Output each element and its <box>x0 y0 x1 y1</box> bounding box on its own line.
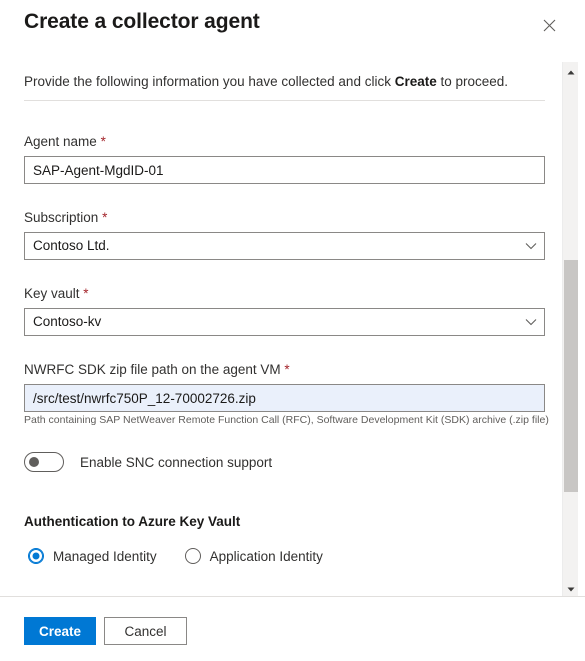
radio-circle-icon <box>28 548 44 564</box>
agent-name-label-text: Agent name <box>24 134 97 149</box>
triangle-down-icon <box>567 579 575 597</box>
subscription-label-text: Subscription <box>24 210 99 225</box>
radio-circle-icon <box>184 548 201 564</box>
intro-emphasis: Create <box>394 74 437 89</box>
authentication-radio-group: Managed Identity Application Identity <box>28 548 351 564</box>
enable-snc-toggle-label: Enable SNC connection support <box>80 454 273 470</box>
agent-name-required-marker: * <box>100 134 106 149</box>
key-vault-label-text: Key vault <box>24 286 80 301</box>
radio-managed-identity-label: Managed Identity <box>53 548 157 564</box>
dialog-body: Provide the following information you ha… <box>0 56 585 596</box>
page-title: Create a collector agent <box>24 10 260 33</box>
radio-application-identity[interactable]: Application Identity <box>184 548 323 564</box>
scrollbar-down-button[interactable] <box>563 579 579 596</box>
subscription-label: Subscription * <box>24 210 107 225</box>
toggle-knob <box>29 457 39 467</box>
cancel-button[interactable]: Cancel <box>104 617 187 645</box>
key-vault-required-marker: * <box>83 286 89 301</box>
chevron-down-icon <box>525 233 537 259</box>
key-vault-selected-value: Contoso-kv <box>33 314 102 329</box>
key-vault-dropdown[interactable]: Contoso-kv <box>24 308 545 336</box>
subscription-dropdown[interactable]: Contoso Ltd. <box>24 232 545 260</box>
nwrfc-sdk-path-input[interactable] <box>24 384 545 412</box>
intro-suffix: to proceed. <box>436 74 509 89</box>
create-button[interactable]: Create <box>24 617 96 645</box>
dialog-header: Create a collector agent <box>0 0 585 56</box>
nwrfc-sdk-path-label-text: NWRFC SDK zip file path on the agent VM <box>24 362 281 377</box>
create-collector-agent-dialog: Create a collector agent Provide the fol… <box>0 0 585 661</box>
dialog-footer: Create Cancel <box>0 597 585 661</box>
enable-snc-toggle[interactable] <box>24 452 64 472</box>
header-divider <box>24 100 545 101</box>
triangle-up-icon <box>567 62 575 80</box>
intro-prefix: Provide the following information you ha… <box>24 74 395 89</box>
radio-application-identity-label: Application Identity <box>209 548 323 564</box>
subscription-selected-value: Contoso Ltd. <box>33 238 110 253</box>
agent-name-input[interactable] <box>24 156 545 184</box>
nwrfc-sdk-path-help-text: Path containing SAP NetWeaver Remote Fun… <box>24 414 549 426</box>
radio-managed-identity[interactable]: Managed Identity <box>28 548 157 564</box>
scrollbar-thumb[interactable] <box>564 260 578 492</box>
close-button[interactable] <box>536 12 562 38</box>
chevron-down-icon <box>525 309 537 335</box>
nwrfc-sdk-path-label: NWRFC SDK zip file path on the agent VM … <box>24 362 290 377</box>
vertical-scrollbar[interactable] <box>562 62 578 596</box>
authentication-heading: Authentication to Azure Key Vault <box>24 514 241 529</box>
intro-text: Provide the following information you ha… <box>24 73 534 91</box>
scrollbar-up-button[interactable] <box>563 62 579 79</box>
agent-name-label: Agent name * <box>24 134 106 149</box>
snc-toggle-row: Enable SNC connection support <box>24 452 272 472</box>
key-vault-label: Key vault * <box>24 286 89 301</box>
close-icon <box>543 19 556 32</box>
subscription-required-marker: * <box>102 210 108 225</box>
nwrfc-sdk-path-required-marker: * <box>284 362 290 377</box>
